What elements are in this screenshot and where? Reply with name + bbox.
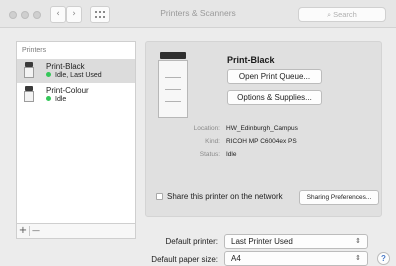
printer-icon (24, 86, 34, 103)
status-label: Status: (199, 151, 220, 158)
chevron-updown-icon: ⇕ (355, 237, 361, 245)
open-print-queue-button[interactable]: Open Print Queue... (227, 69, 322, 84)
default-printer-value: Last Printer Used (231, 237, 293, 246)
default-printer-label: Default printer: (165, 237, 218, 246)
search-input[interactable]: ⌕ Search (298, 7, 386, 22)
kind-value: RICOH MP C6004ex PS (226, 138, 297, 145)
printer-list-item-print-black[interactable]: Print-Black Idle, Last Used (17, 59, 135, 83)
status-dot-icon (46, 72, 51, 77)
printer-list-header: Printers (22, 47, 47, 54)
printer-icon (24, 62, 34, 79)
options-supplies-button[interactable]: Options & Supplies... (227, 90, 322, 105)
kind-label: Kind: (205, 138, 220, 145)
search-icon: ⌕ (327, 11, 332, 19)
default-paper-size-select[interactable]: A4 ⇕ (224, 251, 368, 266)
remove-printer-button[interactable]: — (31, 225, 41, 237)
selected-printer-name: Print-Black (227, 55, 275, 65)
default-paper-size-label: Default paper size: (151, 255, 218, 264)
sharing-preferences-button[interactable]: Sharing Preferences... (299, 190, 379, 205)
printer-name: Print-Black (46, 62, 85, 71)
default-paper-size-value: A4 (231, 254, 241, 263)
default-printer-select[interactable]: Last Printer Used ⇕ (224, 234, 368, 249)
help-button[interactable]: ? (377, 252, 390, 265)
printer-list[interactable]: Printers Print-Black Idle, Last Used Pri… (16, 41, 136, 224)
printer-status: Idle, Last Used (46, 72, 102, 79)
status-dot-icon (46, 96, 51, 101)
location-value: HW_Edinburgh_Campus (226, 125, 298, 132)
add-printer-button[interactable]: + (18, 225, 28, 237)
share-printer-checkbox[interactable] (156, 193, 163, 200)
large-printer-icon (158, 52, 188, 118)
title-bar: ‹ › Printers & Scanners ⌕ Search (0, 0, 396, 28)
chevron-updown-icon: ⇕ (355, 254, 361, 262)
printer-name: Print-Colour (46, 86, 89, 95)
search-placeholder: Search (333, 10, 357, 19)
share-printer-label: Share this printer on the network (167, 192, 283, 201)
location-label: Location: (193, 125, 220, 132)
status-value: Idle (226, 151, 237, 158)
printer-status: Idle (46, 96, 66, 103)
printer-list-item-print-colour[interactable]: Print-Colour Idle (17, 83, 135, 107)
